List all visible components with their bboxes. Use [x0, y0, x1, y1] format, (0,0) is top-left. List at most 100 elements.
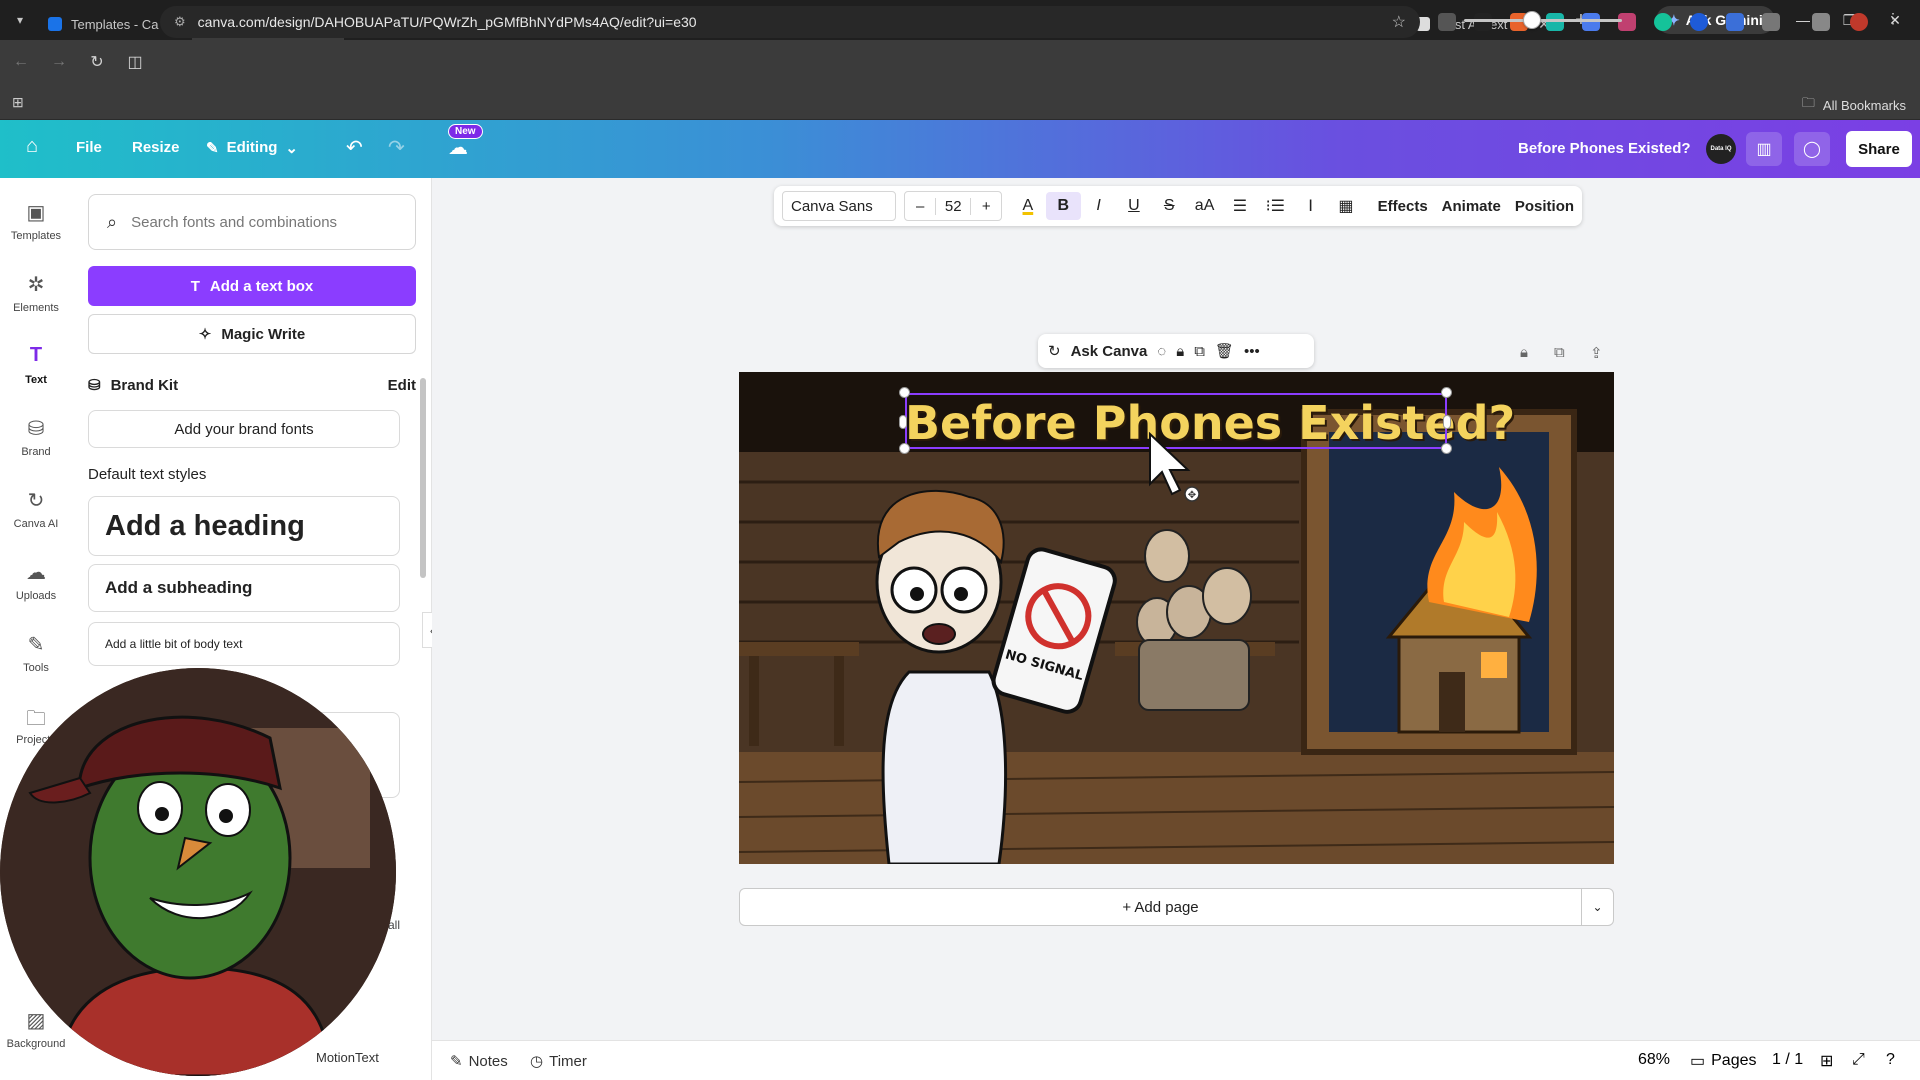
add-page-button[interactable]: + Add page	[740, 899, 1581, 916]
site-info-icon[interactable]: ⚙	[174, 14, 186, 30]
home-icon[interactable]: ⌂	[26, 135, 38, 158]
letter-case-icon[interactable]: aA	[1187, 197, 1222, 215]
font-size-input[interactable]: 52	[935, 197, 972, 215]
tab-search-icon[interactable]: ▾	[0, 0, 40, 40]
resize-handle[interactable]	[1441, 387, 1452, 398]
extensions-puzzle-icon[interactable]	[1762, 13, 1780, 31]
duplicate-icon[interactable]: ⧉	[1194, 343, 1205, 360]
grid-view-icon[interactable]: ⊞	[1820, 1051, 1833, 1071]
notes-button[interactable]: ✎ Notes	[450, 1052, 508, 1071]
resize-handle[interactable]	[899, 387, 910, 398]
pages-button[interactable]: ▭ Pages	[1690, 1051, 1757, 1071]
apps-grid-icon[interactable]: ⊞	[12, 94, 24, 111]
motion-text-label[interactable]: MotionText	[316, 1050, 379, 1065]
italic-icon[interactable]: I	[1081, 197, 1116, 215]
align-center-icon[interactable]: ☰	[1222, 196, 1257, 216]
bookmark-star-icon[interactable]: ☆	[1392, 12, 1406, 32]
magic-write-label: Magic Write	[221, 325, 306, 343]
side-handle[interactable]	[899, 415, 907, 429]
redo-icon[interactable]: ↷	[388, 135, 405, 160]
url-bar[interactable]: ⚙ canva.com/design/DAHOBUAPaTU/PQWrZh_pG…	[160, 6, 1420, 38]
rail-item-tools[interactable]: ✎ Tools	[0, 632, 72, 674]
brand-kit-edit-button[interactable]: Edit	[388, 377, 416, 394]
underline-icon[interactable]: U	[1116, 197, 1151, 215]
bold-icon[interactable]: B	[1045, 192, 1081, 220]
rail-item-text[interactable]: T Text	[0, 344, 72, 386]
brand-kit-icon: ⛁	[88, 377, 101, 394]
delete-icon[interactable]: 🗑︎	[1215, 342, 1234, 360]
add-brand-fonts-button[interactable]: Add your brand fonts	[88, 410, 400, 448]
transparency-icon[interactable]: ▦	[1328, 196, 1363, 216]
extension-icon[interactable]	[1546, 13, 1564, 31]
strikethrough-icon[interactable]: S	[1152, 197, 1187, 215]
add-text-box-button[interactable]: T Add a text box	[88, 266, 416, 306]
text-color-icon[interactable]: A	[1010, 197, 1045, 215]
rail-label: Brand	[21, 446, 51, 458]
notes-label: Notes	[468, 1052, 508, 1070]
effects-button[interactable]: Effects	[1378, 198, 1428, 215]
duplicate-page-icon[interactable]: ⧉	[1554, 344, 1565, 361]
add-heading-button[interactable]: Add a heading	[88, 496, 400, 556]
elements-icon: ✲	[27, 274, 45, 296]
extension-icon[interactable]	[1582, 13, 1600, 31]
forward-icon[interactable]: →	[42, 45, 76, 79]
rail-item-elements[interactable]: ✲ Elements	[0, 272, 72, 314]
menu-dots-icon[interactable]: ⋮	[1886, 10, 1904, 28]
rail-item-brand[interactable]: ⛁ Brand	[0, 416, 72, 458]
export-page-icon[interactable]: ⇪	[1590, 344, 1603, 362]
list-icon[interactable]: ⁝☰	[1258, 196, 1293, 216]
font-family-dropdown[interactable]: Canva Sans	[782, 191, 897, 221]
file-menu-button[interactable]: File	[76, 139, 102, 156]
resize-handle[interactable]	[1441, 443, 1452, 454]
add-body-text-button[interactable]: Add a little bit of body text	[88, 622, 400, 666]
all-bookmarks-button[interactable]: 🗀 All Bookmarks	[1802, 94, 1906, 116]
ask-gemini-button[interactable]: ✦ Ask Gemini	[1656, 6, 1775, 34]
chevron-down-icon[interactable]: ⌄	[1581, 889, 1613, 925]
resize-handle[interactable]	[899, 443, 910, 454]
comment-icon[interactable]: ◯	[1794, 132, 1830, 166]
add-subheading-button[interactable]: Add a subheading	[88, 564, 400, 612]
extension-icon[interactable]	[1726, 13, 1744, 31]
decrease-size-button[interactable]: –	[905, 198, 935, 215]
position-button[interactable]: Position	[1515, 198, 1574, 215]
panel-scrollbar[interactable]	[420, 378, 426, 578]
spacing-icon[interactable]: Ⅰ	[1293, 196, 1328, 216]
profile-avatar[interactable]	[1850, 13, 1868, 31]
insights-icon[interactable]: ▥	[1746, 132, 1782, 166]
share-button[interactable]: Share	[1846, 131, 1912, 167]
ask-canva-button[interactable]: Ask Canva	[1071, 343, 1148, 360]
font-search-input[interactable]: ⌕ Search fonts and combinations	[88, 194, 416, 250]
fullscreen-icon[interactable]: ⤢	[1852, 1051, 1865, 1069]
zoom-level[interactable]: 68%	[1638, 1051, 1670, 1069]
resize-button[interactable]: Resize	[132, 139, 180, 156]
extension-icon[interactable]	[1690, 13, 1708, 31]
help-icon[interactable]: ?	[1886, 1051, 1895, 1069]
editing-mode-button[interactable]: ✎ Editing ⌄	[206, 139, 298, 157]
split-view-icon[interactable]: ◫	[118, 45, 152, 79]
magic-write-button[interactable]: ✧ Magic Write	[88, 314, 416, 354]
timer-button[interactable]: ◷ Timer	[530, 1052, 587, 1071]
zoom-slider-handle[interactable]	[1522, 11, 1541, 29]
increase-size-button[interactable]: +	[971, 198, 1001, 215]
mic-icon[interactable]	[1438, 13, 1456, 31]
extension-icon[interactable]	[1618, 13, 1636, 31]
rail-item-templates[interactable]: ▣ Templates	[0, 200, 72, 242]
lock-icon[interactable]: 🔒︎	[1176, 343, 1184, 360]
undo-icon[interactable]: ↶	[346, 135, 363, 160]
comment-add-icon[interactable]: ◌	[1157, 343, 1166, 360]
reload-icon[interactable]: ↻	[80, 45, 114, 79]
download-icon[interactable]	[1812, 13, 1830, 31]
rail-item-canva-ai[interactable]: ↻ Canva AI	[0, 488, 72, 530]
zoom-slider[interactable]	[1464, 19, 1622, 22]
side-handle[interactable]	[1443, 415, 1451, 429]
brand-icon: ⛁	[27, 418, 45, 440]
more-options-icon[interactable]: •••	[1244, 343, 1260, 360]
lock-page-icon[interactable]: 🔒︎	[1520, 344, 1528, 361]
design-title[interactable]: Before Phones Existed?	[1518, 140, 1691, 157]
team-avatar[interactable]: Data IQ	[1706, 134, 1736, 164]
grammarly-icon[interactable]	[1654, 13, 1672, 31]
rail-item-uploads[interactable]: ☁ Uploads	[0, 560, 72, 602]
back-icon[interactable]: ←	[4, 45, 38, 79]
animate-button[interactable]: Animate	[1442, 198, 1501, 215]
extension-icon[interactable]	[1474, 13, 1492, 31]
